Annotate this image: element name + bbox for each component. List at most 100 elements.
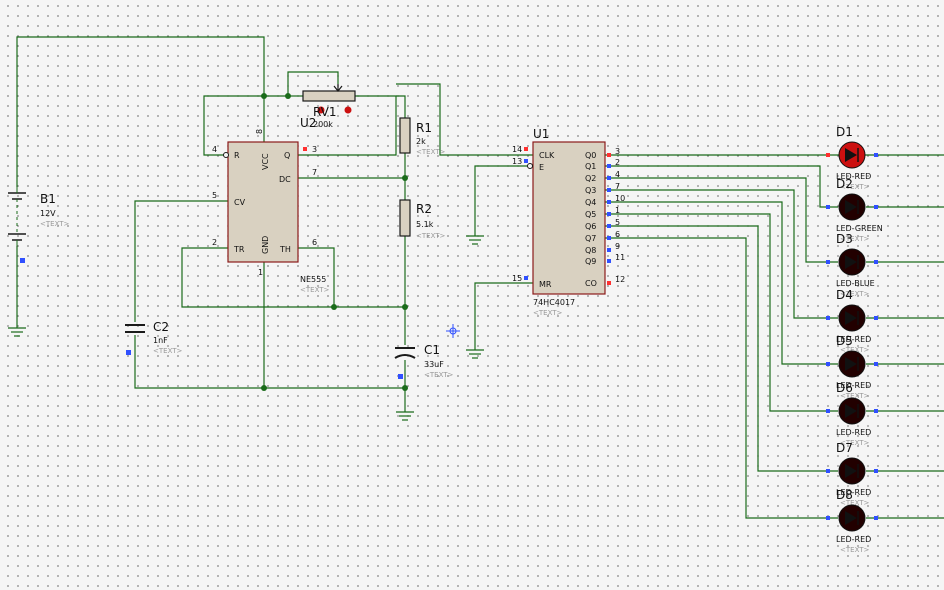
u1-output-pin-name: Q1 [585,162,596,171]
wire-r1-top [396,95,406,118]
u1-output-pin-name: Q6 [585,222,596,231]
pin-marker [607,153,611,157]
u1-output-pin-name: CO [585,279,597,288]
u1-left-pin-num: 14 [512,145,522,154]
pin-marker [607,281,611,285]
u1-output-pin-num: 5 [615,218,620,227]
u1-left-pin-name: E [539,163,544,172]
u1-left-pin-num: 13 [512,157,522,166]
u2-pin-vcc: VCC [261,153,270,170]
led-ref: D1 [836,125,853,139]
u1-ref: U1 [533,127,549,141]
r1-ref: R1 [416,121,432,135]
u1-text: <TEXT> [533,309,563,317]
u2-num-6: 6 [312,238,317,247]
pin-marker [874,516,878,520]
pin-marker [607,236,611,240]
pin-marker [874,362,878,366]
led-ref: D4 [836,288,853,302]
led-ref: D7 [836,441,853,455]
pin-marker [874,316,878,320]
pin-marker [607,248,611,252]
u2-pin-q: Q [284,151,290,160]
u1-output-pin-num: 12 [615,275,625,284]
u2-num-8: 8 [255,129,264,134]
pin-marker [607,212,611,216]
wire-mr-gnd [474,282,533,350]
u2-num-5: 5 [212,191,217,200]
wire-b1-positive [16,36,265,187]
schematic[interactable]: B1 12V <TEXT> C2 1nF <TEXT> C1 33uF <TEX… [0,0,944,590]
u1-output-pin-num: 4 [615,170,620,179]
pin-marker [874,409,878,413]
u1-output-pin-num: 2 [615,158,620,167]
pin-marker [826,362,830,366]
u2-part: NE555 [300,275,326,284]
led-value: LED-RED [836,535,871,544]
u1-part: 74HC4017 [533,298,575,307]
r1-value: 2k [416,137,426,146]
u1-output-pin-name: Q8 [585,246,596,255]
c2-value: 1nF [153,336,168,345]
u2-pin-r: R [234,151,240,160]
capacitor-c2[interactable]: C2 1nF <TEXT> [125,320,183,355]
u2-ref: U2 [300,116,316,130]
cursor-crosshair-icon [446,324,460,338]
wire-c2-gnd [134,335,405,389]
u1-output-pin-name: Q7 [585,234,596,243]
led-ref: D3 [836,232,853,246]
u1-output-pin-name: Q2 [585,174,596,183]
pin-marker [126,350,131,355]
u1-output-pin-num: 9 [615,242,620,251]
pin-marker [826,260,830,264]
u1-left-pin-name: MR [539,280,552,289]
led-column: D1LED-RED<TEXT>D2LED-GREEN<TEXT>D3LED-BL… [826,125,883,554]
led-text: <TEXT> [840,546,870,554]
pin-marker [20,258,25,263]
u2-num-4: 4 [212,145,217,154]
c2-ref: C2 [153,320,169,334]
u1-output-pin-num: 11 [615,253,625,262]
u1-output-pin-name: Q0 [585,151,596,160]
led-value: LED-RED [836,428,871,437]
u1-output-pin-num: 3 [615,147,620,156]
resistor-r2[interactable]: R2 5.1k <TEXT> [399,199,446,240]
wires [16,36,944,519]
u2-num-1: 1 [258,268,263,277]
led-ref: D8 [836,488,853,502]
u2-pin-gnd: GND [261,236,270,254]
u2-num-7: 7 [312,168,317,177]
r2-text: <TEXT> [416,232,446,240]
pin-marker [826,469,830,473]
pin-marker [826,153,830,157]
led-d8[interactable]: D8 LED-RED <TEXT> [826,488,878,554]
resistor-r1[interactable]: R1 2k <TEXT> [399,117,446,156]
pin-marker [826,409,830,413]
capacitor-c1[interactable]: C1 33uF <TEXT> [394,343,454,379]
led-ref: D6 [836,381,853,395]
ic-u2-ne555[interactable]: U2 R Q DC CV TR TH VCC GND 4 8 3 7 5 2 1… [212,116,330,294]
u1-output-pin-num: 1 [615,206,620,215]
wire-q6-d7 [605,225,944,472]
led-d6[interactable]: D6LED-RED<TEXT> [826,381,878,447]
u1-output-pin-num: 6 [615,230,620,239]
ground-c1 [396,411,414,421]
u1-output-pin-name: Q5 [585,210,596,219]
u1-left-pin-num: 15 [512,274,522,283]
pin-marker [874,153,878,157]
pin-marker [607,200,611,204]
pin-marker [826,316,830,320]
u1-output-pin-num: 7 [615,182,620,191]
c1-value: 33uF [424,360,444,369]
u2-pin-cv: CV [234,198,246,207]
wire-q7-d8 [605,237,944,519]
pin-marker [607,164,611,168]
wire-e-gnd [474,165,528,236]
c1-ref: C1 [424,343,440,357]
led-ref: D2 [836,177,853,191]
u2-text: <TEXT> [300,286,330,294]
ground-symbols [8,235,484,421]
u2-pin-tr: TR [233,245,245,254]
wire-q5-d6 [605,213,944,412]
u2-num-3: 3 [312,145,317,154]
